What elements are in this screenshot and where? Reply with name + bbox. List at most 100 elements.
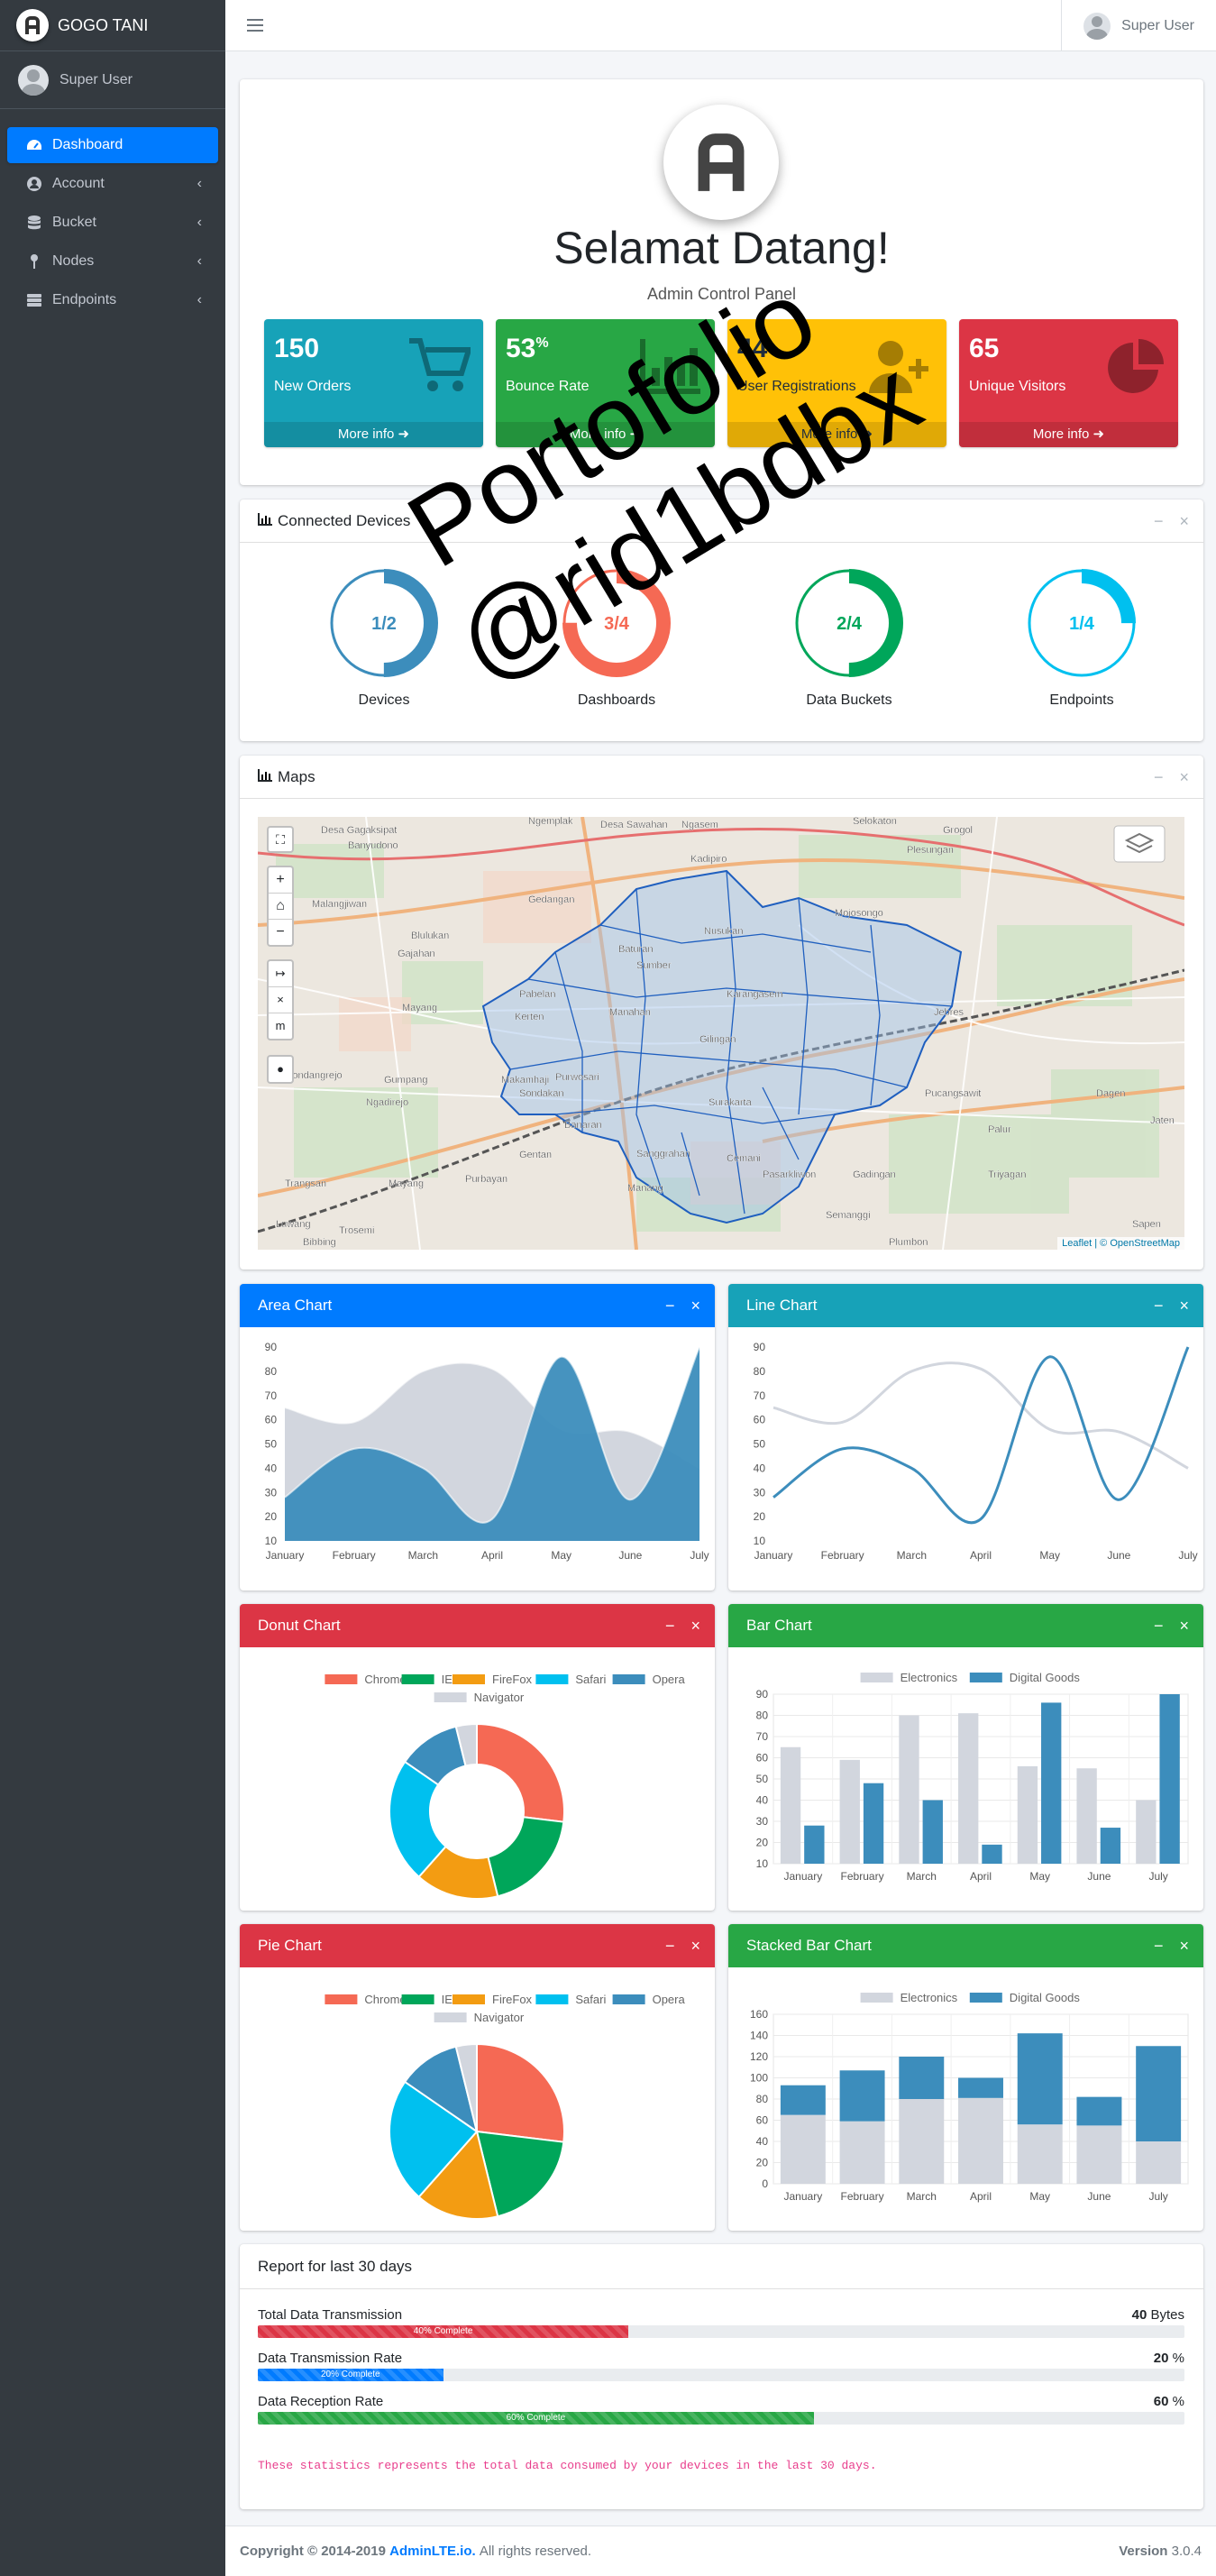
y-tick-label: 30 [756, 1815, 769, 1828]
knob-label: Devices [358, 692, 410, 708]
sidebar-item-account[interactable]: Account ‹ [7, 166, 218, 202]
more-info-link[interactable]: More info ➜ [959, 422, 1178, 447]
close-icon[interactable]: × [690, 1297, 700, 1316]
bar-electronics [780, 2114, 826, 2184]
dashboard-icon [25, 137, 43, 153]
sidebar-item-label: Bucket [52, 215, 96, 230]
brand-link[interactable]: GOGO TANI [0, 0, 225, 51]
y-tick-label: 10 [754, 1535, 766, 1547]
knob-value: 3/4 [604, 614, 630, 634]
fullscreen-control[interactable]: ⛶ [267, 826, 294, 853]
card-title: Area Chart [258, 1297, 333, 1314]
legend-swatch [612, 1994, 645, 2004]
measure-clear-icon[interactable]: × [269, 987, 292, 1013]
close-icon[interactable]: × [690, 1937, 700, 1956]
y-tick-label: 90 [754, 1341, 766, 1353]
collapse-icon[interactable]: − [665, 1937, 675, 1956]
close-icon[interactable]: × [1179, 768, 1189, 787]
map-place-label: Gumpang [384, 1075, 427, 1086]
menu-toggle-icon[interactable] [247, 19, 263, 32]
sidebar-item-bucket[interactable]: Bucket ‹ [7, 205, 218, 241]
map-tiles[interactable]: Desa Gagaksipat Banyudono Ngemplak Desa Saw… [258, 817, 1184, 1250]
footer: Copyright © 2014-2019 AdminLTE.io. All r… [225, 2526, 1216, 2576]
knob-dashboards[interactable]: 3/4 Dashboards [535, 564, 698, 709]
close-icon[interactable]: × [1179, 1297, 1189, 1316]
more-info-link[interactable]: More info ➜ [264, 422, 483, 447]
user-menu[interactable]: Super User [1061, 0, 1216, 51]
progress-bar: 40% Complete [258, 2325, 1184, 2338]
close-icon[interactable]: × [690, 1617, 700, 1636]
connected-devices-card: Connected Devices − × 1/2 Devices 3/4 Dashb… [240, 500, 1203, 741]
knob-devices[interactable]: 1/2 Devices [303, 564, 465, 709]
y-tick-label: 140 [750, 2030, 768, 2042]
bar-electronics [958, 2097, 1003, 2184]
map-place-label: Blulukan [411, 930, 449, 941]
sidebar-item-endpoints[interactable]: Endpoints ‹ [7, 282, 218, 318]
close-icon[interactable]: × [1179, 1617, 1189, 1636]
close-icon[interactable]: × [1179, 1937, 1189, 1956]
legend-label: Safari [575, 1993, 606, 2006]
zoom-out-button[interactable]: − [269, 920, 292, 945]
collapse-icon[interactable]: − [1154, 1297, 1164, 1316]
adminlte-link[interactable]: AdminLTE.io. [389, 2544, 476, 2559]
map-place-label: Jaten [1150, 1115, 1175, 1126]
map-place-label: Surakarta [709, 1097, 753, 1108]
marker-control[interactable]: ● [267, 1055, 294, 1084]
close-icon[interactable]: × [1179, 512, 1189, 531]
collapse-icon[interactable]: − [1154, 768, 1164, 787]
collapse-icon[interactable]: − [1154, 512, 1164, 531]
x-tick-label: January [784, 2190, 823, 2203]
stacked-bar-chart: Electronics Digital Goods 0 20 40 60 80 100 120 1… [750, 1991, 1189, 2203]
rights-text: All rights reserved. [479, 2544, 592, 2559]
map-attribution[interactable]: Leaflet | © OpenStreetMap [1057, 1237, 1184, 1250]
user-panel[interactable]: Super User [0, 51, 225, 109]
map-place-label: Kerten [515, 1012, 544, 1022]
y-tick-label: 40 [756, 2135, 769, 2148]
bar-electronics [839, 1759, 860, 1864]
collapse-icon[interactable]: − [665, 1617, 675, 1636]
x-tick-label: June [1087, 1870, 1111, 1883]
measure-line-icon[interactable]: ↦ [269, 961, 292, 987]
map-place-label: Makamhaji [501, 1075, 549, 1086]
map-pin-icon [25, 253, 43, 270]
card-header: Bar Chart − × [728, 1604, 1203, 1647]
donut-chart-card: Donut Chart − × Chrome IE FireFox Safari Oper… [240, 1604, 715, 1911]
more-info-link[interactable]: More info ➜ [727, 422, 946, 447]
sidebar-item-nodes[interactable]: Nodes ‹ [7, 243, 218, 280]
map-marker-icon[interactable]: ● [277, 1062, 284, 1076]
map-place-label: Gilingan [699, 1034, 736, 1045]
x-tick-label: April [481, 1549, 503, 1562]
stat-value: 65 [969, 334, 1000, 363]
bar-digital-goods [863, 1783, 884, 1864]
map-place-label: Triyagan [988, 1169, 1026, 1180]
collapse-icon[interactable]: − [1154, 1937, 1164, 1956]
y-tick-label: 70 [265, 1389, 278, 1402]
progress-value: 40 Bytes [1131, 2307, 1184, 2323]
map-canvas[interactable]: Desa Gagaksipat Banyudono Ngemplak Desa Saw… [258, 817, 1184, 1250]
more-info-link[interactable]: More info ➜ [496, 422, 715, 447]
knob-data-buckets[interactable]: 2/4 Data Buckets [768, 564, 930, 709]
bar-electronics [839, 2121, 885, 2184]
x-tick-label: June [618, 1549, 642, 1562]
x-tick-label: July [1148, 1870, 1167, 1883]
map-place-label: Sumber [636, 960, 672, 971]
bar-digital-goods [1041, 1702, 1062, 1864]
x-tick-label: March [897, 1549, 927, 1562]
y-tick-label: 20 [754, 1510, 766, 1523]
knob-endpoints[interactable]: 1/4 Endpoints [1001, 564, 1163, 709]
home-icon[interactable]: ⌂ [269, 894, 292, 920]
fullscreen-icon[interactable]: ⛶ [276, 832, 285, 847]
map-place-label: Baturan [618, 944, 654, 955]
bar-digital-goods [899, 2057, 945, 2099]
x-tick-label: July [690, 1549, 709, 1562]
collapse-icon[interactable]: − [1154, 1617, 1164, 1636]
sidebar-nav: Dashboard Account ‹ Bucket ‹ Nodes ‹ End… [0, 109, 225, 339]
measure-unit-button[interactable]: m [269, 1013, 292, 1039]
legend-label: Electronics [901, 1991, 958, 2004]
zoom-in-button[interactable]: + [269, 867, 292, 894]
map-place-label: Sondakan [519, 1088, 564, 1099]
collapse-icon[interactable]: − [665, 1297, 675, 1316]
card-title: Donut Chart [258, 1617, 341, 1634]
map-place-label: Manang [627, 1183, 663, 1194]
sidebar-item-dashboard[interactable]: Dashboard [7, 127, 218, 163]
